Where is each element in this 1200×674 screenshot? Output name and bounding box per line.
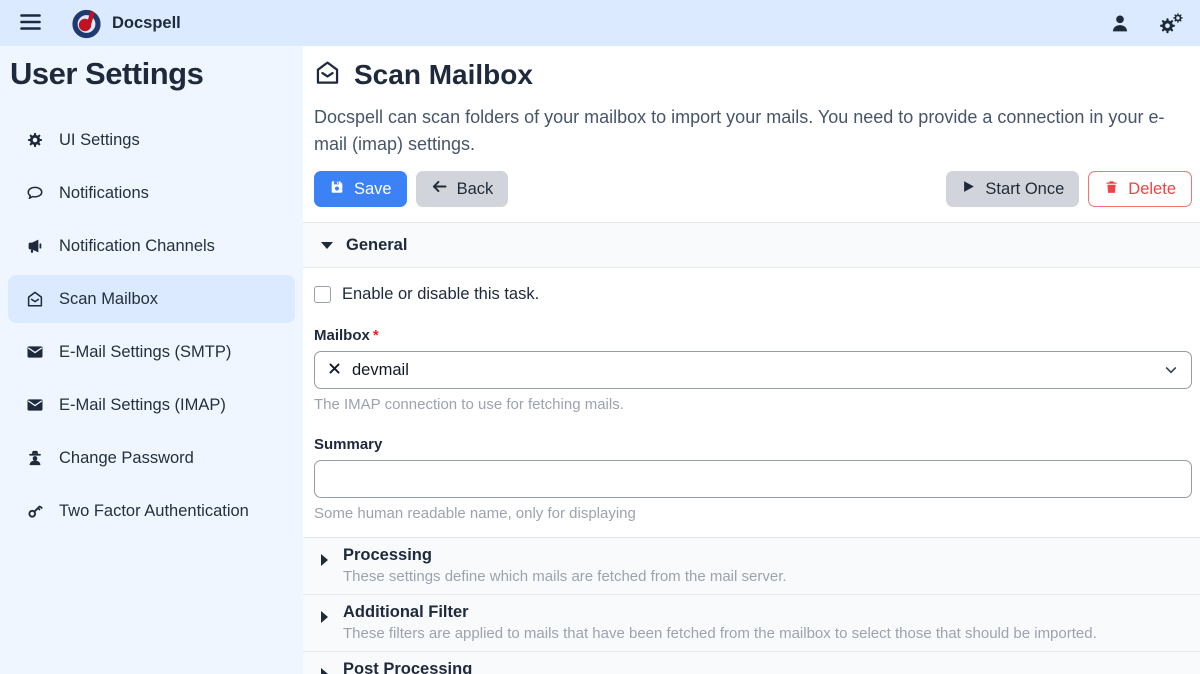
mailbox-help-text: The IMAP connection to use for fetching …	[314, 396, 1192, 413]
caret-right-icon	[321, 554, 328, 566]
sidebar-item-email-smtp[interactable]: E-Mail Settings (SMTP)	[8, 328, 295, 376]
envelope-icon	[25, 343, 44, 361]
enable-task-label: Enable or disable this task.	[342, 285, 539, 304]
sidebar-item-scan-mailbox[interactable]: Scan Mailbox	[8, 275, 295, 323]
top-navbar: Docspell	[0, 0, 1200, 46]
sidebar-item-notification-channels[interactable]: Notification Channels	[8, 222, 295, 270]
sidebar-item-email-imap[interactable]: E-Mail Settings (IMAP)	[8, 381, 295, 429]
sidebar-menu: UI Settings Notifications	[0, 116, 303, 535]
page-title: Scan Mailbox	[314, 59, 1192, 91]
sidebar-item-ui-settings[interactable]: UI Settings	[8, 116, 295, 164]
envelope-icon	[25, 396, 44, 414]
sidebar-item-two-factor[interactable]: Two Factor Authentication	[8, 487, 295, 535]
main-panel: Scan Mailbox Docspell can scan folders o…	[303, 46, 1200, 674]
sidebar-item-label: E-Mail Settings (SMTP)	[59, 343, 231, 362]
start-once-button[interactable]: Start Once	[946, 171, 1079, 207]
collapsed-sections: Processing These settings define which m…	[303, 537, 1200, 674]
save-button[interactable]: Save	[314, 171, 407, 207]
gears-icon[interactable]	[1158, 12, 1184, 35]
sidebar-item-change-password[interactable]: Change Password	[8, 434, 295, 482]
bars-icon	[20, 13, 41, 34]
section-additional-filter-description: These filters are applied to mails that …	[343, 625, 1097, 642]
chevron-down-icon	[1164, 363, 1178, 377]
clear-selection-icon[interactable]	[328, 361, 341, 380]
section-processing-title: Processing	[343, 546, 787, 565]
mailbox-field: Mailbox* devmail The IMAP connection to …	[314, 327, 1192, 413]
envelope-open-icon	[314, 59, 341, 91]
mailbox-label: Mailbox*	[314, 327, 1192, 344]
sidebar-item-label: Notification Channels	[59, 237, 215, 256]
section-general-title: General	[346, 236, 407, 255]
user-account-icon[interactable]	[1110, 13, 1130, 34]
summary-field: Summary Some human readable name, only f…	[314, 436, 1192, 522]
caret-right-icon	[321, 668, 328, 674]
toolbar: Save Back Start Once	[314, 171, 1192, 207]
enable-task-row: Enable or disable this task.	[314, 285, 1192, 304]
page-title-text: Scan Mailbox	[354, 59, 533, 91]
gear-icon	[25, 131, 44, 149]
delete-button-label: Delete	[1128, 180, 1176, 199]
envelope-open-icon	[25, 290, 44, 308]
docspell-logo[interactable]	[71, 8, 102, 39]
section-header-post-processing[interactable]: Post Processing	[303, 651, 1200, 674]
section-header-processing[interactable]: Processing These settings define which m…	[303, 537, 1200, 594]
arrow-left-icon	[431, 178, 448, 200]
megaphone-icon	[25, 237, 44, 255]
section-header-general[interactable]: General	[303, 222, 1200, 268]
sidebar-item-notifications[interactable]: Notifications	[8, 169, 295, 217]
caret-right-icon	[321, 611, 328, 623]
sidebar: User Settings UI Settings	[0, 46, 303, 674]
key-icon	[25, 502, 44, 520]
sidebar-item-label: UI Settings	[59, 131, 140, 150]
caret-down-icon	[321, 242, 333, 249]
start-once-button-label: Start Once	[985, 180, 1064, 199]
summary-label: Summary	[314, 436, 1192, 453]
delete-button[interactable]: Delete	[1088, 171, 1192, 207]
app-title: Docspell	[112, 14, 181, 33]
sidebar-heading: User Settings	[0, 46, 303, 92]
enable-task-checkbox[interactable]	[314, 286, 331, 303]
menu-toggle-button[interactable]	[16, 9, 45, 38]
back-button[interactable]: Back	[416, 171, 509, 207]
required-mark: *	[373, 327, 379, 344]
sidebar-item-label: Notifications	[59, 184, 149, 203]
mailbox-select-value: devmail	[352, 361, 409, 380]
section-post-processing-title: Post Processing	[343, 660, 472, 674]
comment-icon	[25, 184, 44, 202]
play-icon	[961, 179, 976, 199]
summary-help-text: Some human readable name, only for displ…	[314, 505, 1192, 522]
sidebar-item-label: E-Mail Settings (IMAP)	[59, 396, 226, 415]
sidebar-item-label: Scan Mailbox	[59, 290, 158, 309]
section-processing-description: These settings define which mails are fe…	[343, 568, 787, 585]
section-header-additional-filter[interactable]: Additional Filter These filters are appl…	[303, 594, 1200, 651]
user-secret-icon	[25, 449, 44, 467]
section-additional-filter-title: Additional Filter	[343, 603, 1097, 622]
sidebar-item-label: Two Factor Authentication	[59, 502, 249, 521]
trash-icon	[1104, 179, 1119, 200]
sidebar-item-label: Change Password	[59, 449, 194, 468]
save-button-label: Save	[354, 180, 392, 199]
page-description: Docspell can scan folders of your mailbo…	[314, 104, 1190, 158]
mailbox-select[interactable]: devmail	[314, 351, 1192, 389]
summary-input[interactable]	[314, 460, 1192, 498]
floppy-icon	[329, 179, 345, 200]
back-button-label: Back	[457, 180, 494, 199]
